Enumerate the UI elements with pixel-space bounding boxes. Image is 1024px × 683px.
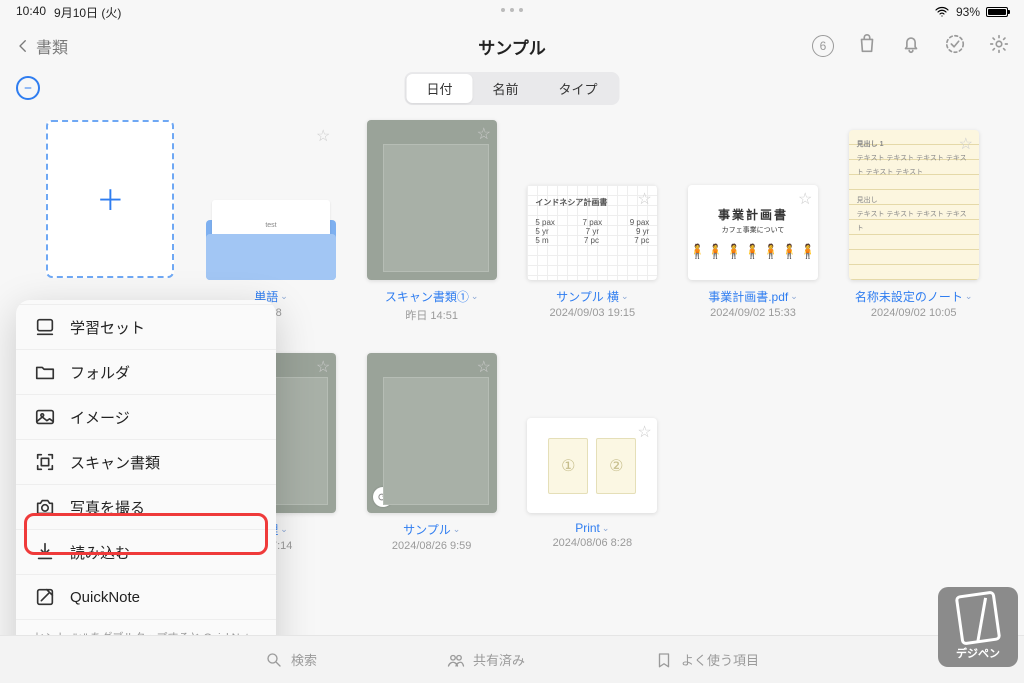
menu-take-photo[interactable]: 写真を撮る — [16, 485, 276, 530]
menu-study-set[interactable]: 学習セット — [16, 304, 276, 350]
wifi-icon — [934, 4, 950, 20]
tile-sample[interactable]: ☆ ⟳ サンプル⌄ 2024/08/26 9:59 — [361, 353, 502, 552]
favorites-button[interactable]: よく使う項目 — [655, 650, 759, 669]
sync-count-badge[interactable]: 6 — [812, 35, 834, 57]
page-title: サンプル — [478, 34, 546, 59]
seg-type[interactable]: タイプ — [539, 74, 618, 103]
tile-print[interactable]: ☆ ① ② Print⌄ 2024/08/06 8:28 — [522, 353, 663, 552]
stack-icon — [34, 316, 56, 338]
tile-sample-landscape[interactable]: ☆ インドネシア計画書 5 pax7 pax9 pax 5 yr7 yr9 yr… — [522, 120, 663, 323]
status-date: 9月10日 (火) — [54, 4, 121, 21]
menu-image[interactable]: イメージ — [16, 395, 276, 440]
battery-icon — [986, 7, 1008, 17]
watermark-badge: デジペン — [938, 587, 1018, 667]
select-icon[interactable] — [944, 33, 966, 60]
plus-icon: ＋ — [96, 179, 124, 219]
sub-bar: 日付 名前 タイプ — [0, 68, 1024, 108]
star-icon[interactable]: ☆ — [637, 422, 653, 438]
bottom-toolbar: 検索 共有済み よく使う項目 — [0, 635, 1024, 683]
add-tile[interactable]: ＋ — [40, 120, 181, 323]
shop-icon[interactable] — [856, 33, 878, 60]
back-label: 書類 — [36, 34, 68, 58]
image-icon — [34, 406, 56, 428]
back-button[interactable]: 書類 — [14, 34, 68, 58]
search-button[interactable]: 検索 — [265, 650, 317, 669]
status-bar: 10:40 9月10日 (火) 93% — [0, 0, 1024, 24]
menu-scan-doc[interactable]: スキャン書類 — [16, 440, 276, 485]
import-icon — [34, 541, 56, 563]
tile-scan-doc-1[interactable]: ☆ スキャン書類①⌄ 昨日 14:51 — [361, 120, 502, 323]
menu-quicknote[interactable]: QuickNote — [16, 575, 276, 620]
star-icon[interactable]: ☆ — [477, 124, 493, 140]
quicknote-icon — [34, 586, 56, 608]
status-time: 10:40 — [16, 4, 46, 21]
search-icon — [265, 651, 283, 669]
bell-icon[interactable] — [900, 33, 922, 60]
sync-status-icon[interactable] — [16, 76, 40, 100]
cloud-sync-icon: ⟳ — [373, 487, 393, 507]
menu-folder[interactable]: フォルダ — [16, 350, 276, 395]
camera-icon — [34, 496, 56, 518]
bookmark-icon — [655, 651, 673, 669]
star-icon[interactable]: ☆ — [477, 357, 493, 373]
seg-date[interactable]: 日付 — [406, 74, 472, 103]
tile-folder[interactable]: ☆ test 単語⌄ 0:18 — [201, 120, 342, 323]
folder-icon — [34, 361, 56, 383]
scan-icon — [34, 451, 56, 473]
star-icon[interactable]: ☆ — [316, 357, 332, 373]
seg-name[interactable]: 名前 — [472, 74, 538, 103]
star-icon[interactable]: ☆ — [316, 126, 332, 142]
sort-segmented-control[interactable]: 日付 名前 タイプ — [404, 72, 619, 105]
menu-import[interactable]: 読み込む — [16, 530, 276, 575]
star-icon[interactable]: ☆ — [798, 189, 814, 205]
nav-bar: 書類 サンプル 6 — [0, 24, 1024, 68]
gear-icon[interactable] — [988, 33, 1010, 60]
tile-business-plan-pdf[interactable]: ☆ 事業計画書 カフェ事業について 🧍🧍🧍🧍🧍🧍🧍 事業計画書.pdf⌄ 202… — [683, 120, 824, 323]
list-view-icon[interactable] — [986, 75, 1008, 102]
tile-untitled-note[interactable]: ☆ 見出し 1テキスト テキスト テキスト テキスト テキスト テキスト見出しテ… — [843, 120, 984, 323]
shared-button[interactable]: 共有済み — [447, 650, 525, 669]
people-icon — [447, 651, 465, 669]
battery-pct: 93% — [956, 5, 980, 19]
add-menu-popup: 学習セット フォルダ イメージ スキャン書類 写真を撮る 読み込む QuickN… — [16, 300, 276, 677]
